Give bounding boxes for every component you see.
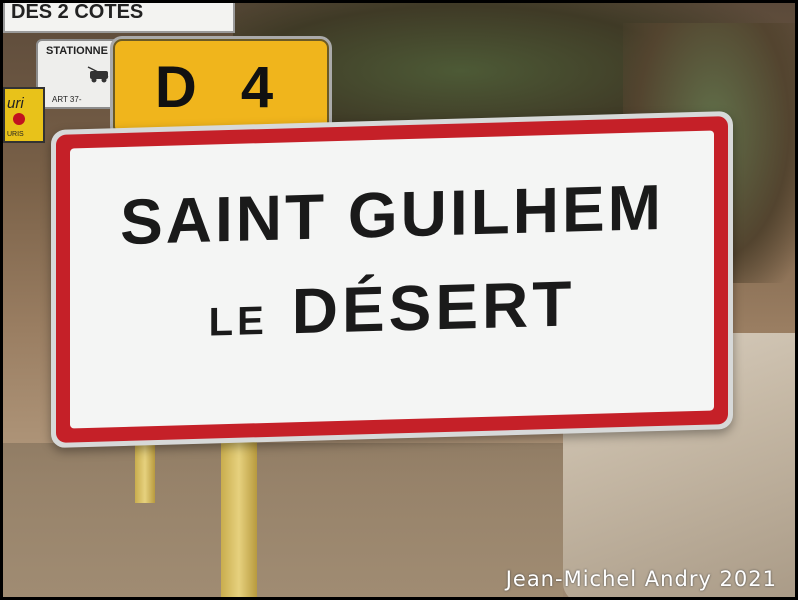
sign-post xyxy=(221,423,257,597)
photographer-watermark: Jean-Michel Andry 2021 xyxy=(505,567,777,591)
town-entry-sign: SAINT GUILHEM LE DÉSERT xyxy=(51,110,733,448)
town-sign-border: SAINT GUILHEM LE DÉSERT xyxy=(56,116,728,443)
roadside-photo: DES 2 COTES STATIONNE ART 37- uri URIS D… xyxy=(3,3,795,597)
photo-frame: DES 2 COTES STATIONNE ART 37- uri URIS D… xyxy=(0,0,798,600)
route-number: D 4 xyxy=(113,39,329,135)
flower-icon xyxy=(13,113,25,125)
partial-top-sign-text: DES 2 COTES xyxy=(11,3,144,23)
parking-sign-footnote: ART 37- xyxy=(52,95,82,104)
tow-car-icon xyxy=(87,66,109,83)
ground xyxy=(3,443,563,597)
town-name-article: LE xyxy=(208,298,268,345)
partial-top-sign: DES 2 COTES xyxy=(3,3,235,33)
town-name-desert: DÉSERT xyxy=(291,267,576,348)
yellow-info-sign-footnote: URIS xyxy=(7,131,24,138)
town-name-line1: SAINT GUILHEM xyxy=(120,170,664,259)
town-name-line2: LE DÉSERT xyxy=(70,262,714,354)
yellow-info-sign: uri URIS xyxy=(3,87,45,143)
town-sign-panel: SAINT GUILHEM LE DÉSERT xyxy=(70,130,714,429)
parking-sign-label: STATIONNE xyxy=(46,45,108,57)
yellow-info-sign-text: uri xyxy=(7,95,24,112)
